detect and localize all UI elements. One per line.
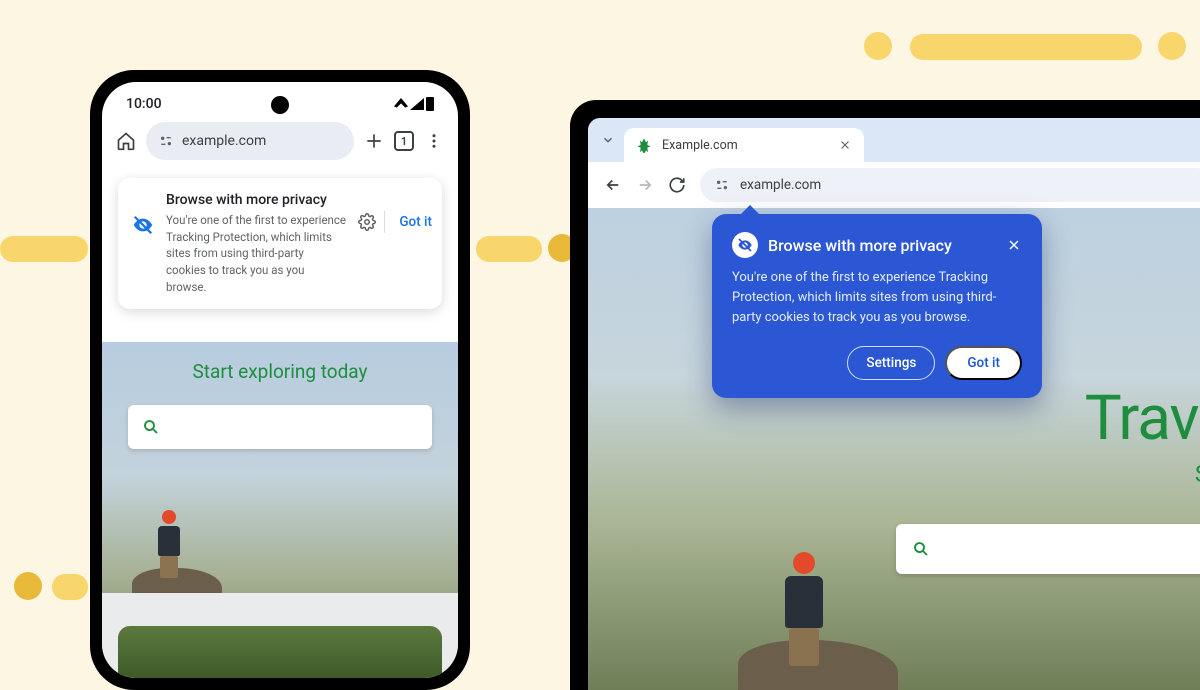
decoration-dot — [864, 32, 892, 60]
decoration-bar — [910, 34, 1142, 60]
tab-strip: Example.com — [588, 118, 1200, 162]
back-button[interactable] — [604, 176, 622, 194]
search-icon — [142, 418, 160, 436]
page-search-input[interactable] — [896, 524, 1200, 574]
cell-signal-icon — [410, 98, 424, 110]
settings-button[interactable]: Settings — [847, 346, 935, 380]
desktop-device-frame: Example.com example.com Trave Sta — [570, 100, 1200, 690]
tab-switcher-button[interactable]: 1 — [394, 131, 414, 151]
reload-button[interactable] — [668, 176, 686, 194]
site-favicon-icon — [636, 137, 652, 153]
got-it-button[interactable]: Got it — [945, 346, 1022, 380]
mobile-privacy-callout: Browse with more privacy You're one of t… — [118, 178, 442, 309]
search-icon — [912, 540, 930, 558]
tracking-protection-icon — [714, 177, 730, 193]
hero-hiker — [152, 510, 186, 578]
desktop-url-text: example.com — [740, 177, 821, 193]
page-title-fragment: Trave — [1085, 382, 1200, 455]
page-search-input[interactable] — [128, 405, 432, 449]
privacy-eye-off-icon — [732, 232, 758, 258]
close-tab-icon[interactable] — [838, 138, 852, 152]
callout-body: You're one of the first to experience Tr… — [166, 212, 346, 295]
got-it-button[interactable]: Got it — [393, 210, 438, 234]
desktop-omnibox[interactable]: example.com — [700, 168, 1200, 202]
close-icon[interactable] — [1006, 237, 1022, 253]
desktop-screen: Example.com example.com Trave Sta — [588, 118, 1200, 690]
callout-title: Browse with more privacy — [768, 236, 996, 255]
wifi-icon — [394, 98, 408, 110]
desktop-privacy-callout: Browse with more privacy You're one of t… — [712, 214, 1042, 398]
status-time: 10:00 — [126, 96, 162, 112]
decoration-bar — [52, 574, 88, 600]
tab-title: Example.com — [662, 138, 738, 153]
page-heading: Start exploring today — [102, 342, 458, 383]
desktop-browser-toolbar: example.com — [588, 162, 1200, 208]
divider — [384, 211, 385, 233]
privacy-eye-off-icon — [132, 214, 154, 236]
decoration-bar — [476, 236, 542, 262]
page-subtitle-fragment: Sta — [1195, 460, 1200, 488]
hero-hiker — [776, 552, 832, 670]
mobile-browser-toolbar: example.com 1 — [102, 116, 458, 170]
decoration-bar — [0, 236, 88, 262]
gear-icon[interactable] — [358, 213, 376, 231]
battery-icon — [426, 97, 434, 111]
mobile-url-text: example.com — [182, 133, 266, 149]
new-tab-button[interactable] — [364, 131, 384, 151]
mobile-device-frame: 10:00 example.com 1 — [90, 70, 470, 690]
page-feed-card[interactable] — [118, 626, 442, 678]
mobile-page-content: Start exploring today — [102, 342, 458, 678]
mobile-screen: 10:00 example.com 1 — [102, 82, 458, 678]
camera-notch — [271, 96, 289, 114]
browser-tab[interactable]: Example.com — [624, 128, 864, 162]
decoration-dot — [1158, 32, 1186, 60]
forward-button[interactable] — [636, 176, 654, 194]
home-icon[interactable] — [116, 131, 136, 151]
tracking-protection-icon — [158, 133, 174, 149]
callout-body: You're one of the first to experience Tr… — [732, 268, 1022, 328]
mobile-omnibox[interactable]: example.com — [146, 122, 354, 160]
decoration-dot — [14, 572, 42, 600]
more-menu-button[interactable] — [424, 131, 444, 151]
tab-search-button[interactable] — [596, 128, 620, 152]
callout-title: Browse with more privacy — [166, 192, 346, 208]
